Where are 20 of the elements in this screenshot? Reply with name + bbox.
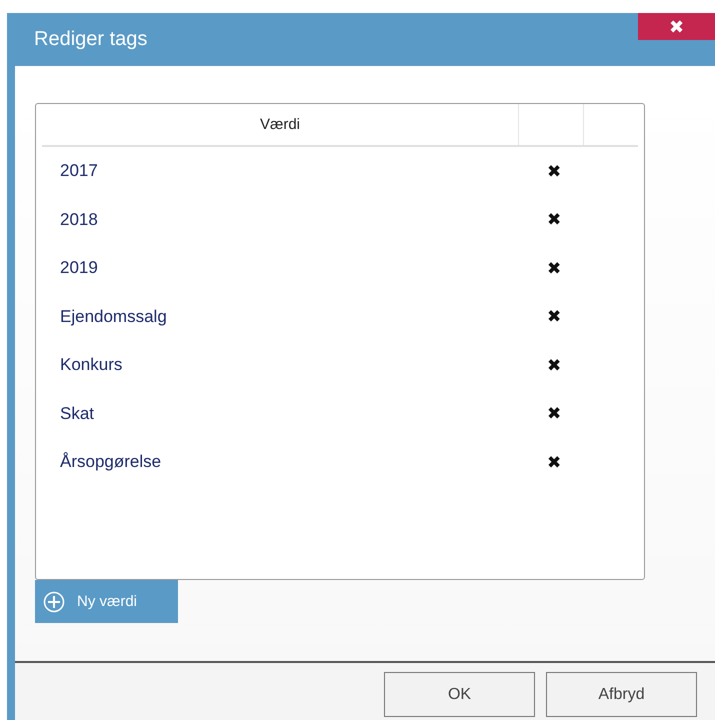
delete-button[interactable]: ✖ <box>547 160 561 182</box>
table-cell-text: Konkurs <box>59 355 124 376</box>
dialog-button[interactable]: Afbryd <box>546 672 697 717</box>
window-title: Rediger tags <box>34 28 148 51</box>
delete-button[interactable]: ✖ <box>547 403 561 424</box>
delete-button[interactable]: ✖ <box>547 306 561 328</box>
table-cell-text: Skat <box>59 404 96 424</box>
delete-button[interactable]: ✖ <box>547 452 561 473</box>
plus-icon <box>43 590 65 612</box>
delete-button[interactable]: ✖ <box>547 209 561 230</box>
delete-button[interactable]: ✖ <box>547 354 561 376</box>
close-button[interactable]: ✖ <box>638 13 715 40</box>
column-header: Værdi <box>258 115 301 135</box>
table-cell-text: 2018 <box>59 210 99 230</box>
table-cell-text: Årsopgørelse <box>59 452 162 472</box>
dialog-button[interactable]: OK <box>384 672 535 717</box>
table-cell-text: Ejendomssalg <box>59 306 168 327</box>
delete-button[interactable]: ✖ <box>547 258 561 279</box>
table-cell-text: 2019 <box>59 258 99 278</box>
table-cell-text: 2017 <box>59 161 99 182</box>
